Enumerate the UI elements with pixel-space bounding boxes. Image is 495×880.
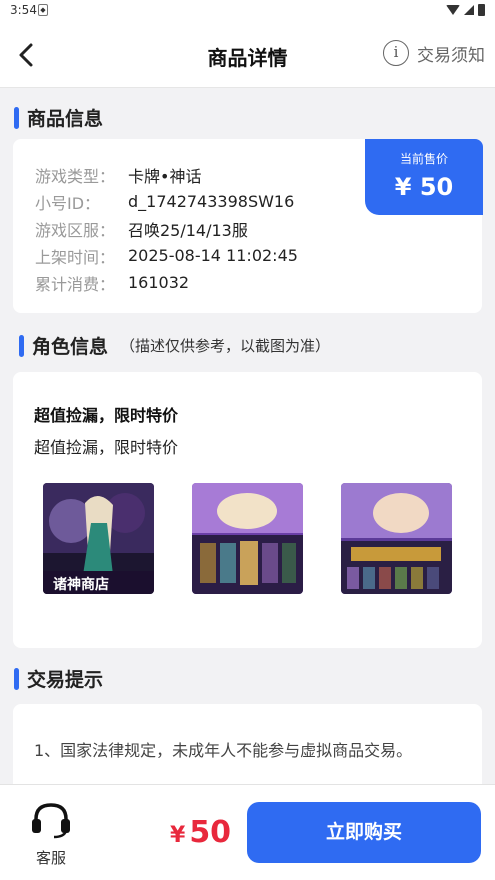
info-key: 游戏区服： bbox=[35, 220, 116, 240]
trade-notice-button[interactable]: i 交易须知 bbox=[383, 40, 485, 66]
section-accent-bar bbox=[14, 667, 19, 690]
info-row-account-id: 小号ID： d_1742743398SW16 bbox=[35, 188, 298, 215]
section-title: 商品信息 bbox=[27, 108, 104, 130]
customer-service-label: 客服 bbox=[35, 849, 66, 867]
product-info-list: 游戏类型： 卡牌•神话 小号ID： d_1742743398SW16 游戏区服：… bbox=[35, 161, 298, 296]
battery-icon bbox=[478, 4, 485, 16]
info-key: 上架时间： bbox=[35, 247, 116, 267]
info-row-listed-time: 上架时间： 2025-08-14 11:02:45 bbox=[35, 242, 298, 269]
product-info-card: 游戏类型： 卡牌•神话 小号ID： d_1742743398SW16 游戏区服：… bbox=[13, 139, 483, 313]
section-accent-bar bbox=[14, 106, 19, 129]
info-value: 卡牌•神话 bbox=[128, 166, 202, 186]
price-badge-amount: ¥ 50 bbox=[394, 173, 454, 201]
info-row-game-type: 游戏类型： 卡牌•神话 bbox=[35, 161, 298, 188]
top-nav-bar: 商品详情 i 交易须知 bbox=[0, 22, 495, 88]
wifi-icon bbox=[446, 5, 460, 15]
price-amount: 50 bbox=[189, 815, 232, 850]
info-row-total-spend: 累计消费： 161032 bbox=[35, 269, 298, 296]
signal-icon bbox=[464, 5, 474, 15]
info-value: 召唤25/14/13服 bbox=[128, 220, 248, 240]
screenshot-thumbnail[interactable]: 诸神商店 bbox=[43, 483, 154, 594]
status-icons bbox=[446, 4, 485, 16]
role-description: 超值捡漏，限时特价 bbox=[34, 438, 179, 457]
product-info-heading: 商品信息 bbox=[14, 104, 103, 131]
info-key: 游戏类型： bbox=[35, 166, 116, 186]
info-value: d_1742743398SW16 bbox=[128, 192, 295, 211]
role-title: 超值捡漏，限时特价 bbox=[34, 406, 179, 425]
back-arrow-icon[interactable] bbox=[12, 40, 42, 70]
customer-service-button[interactable]: 客服 bbox=[28, 801, 74, 868]
trade-tip-text: 1、国家法律规定，未成年人不能参与虚拟商品交易。 bbox=[34, 741, 413, 760]
trade-tips-heading: 交易提示 bbox=[14, 665, 103, 692]
svg-text:诸神商店: 诸神商店 bbox=[53, 576, 109, 593]
role-info-card: 超值捡漏，限时特价 超值捡漏，限时特价 诸神商店 bbox=[13, 372, 482, 648]
screenshot-thumbnail[interactable] bbox=[341, 483, 452, 594]
headset-icon bbox=[32, 803, 70, 839]
bottom-price: ¥50 bbox=[170, 815, 231, 850]
price-badge-label: 当前售价 bbox=[399, 152, 448, 166]
section-title: 角色信息 bbox=[32, 336, 109, 358]
info-key: 累计消费： bbox=[35, 274, 116, 294]
screenshot-thumbnail[interactable] bbox=[192, 483, 303, 594]
currency-symbol: ¥ bbox=[170, 823, 186, 848]
current-price-badge: 当前售价 ¥ 50 bbox=[365, 139, 483, 215]
buy-now-button[interactable]: 立即购买 bbox=[247, 802, 481, 863]
info-key: 小号ID： bbox=[35, 193, 101, 213]
info-value: 2025-08-14 11:02:45 bbox=[128, 246, 298, 265]
role-info-heading: 角色信息 （描述仅供参考，以截图为准） bbox=[19, 332, 330, 359]
trade-notice-label: 交易须知 bbox=[417, 45, 485, 66]
shield-notification-icon: ◆ bbox=[38, 4, 48, 16]
bottom-action-bar: 客服 ¥50 立即购买 bbox=[0, 784, 495, 880]
info-icon: i bbox=[383, 40, 409, 66]
status-bar: 3:54 ◆ bbox=[0, 0, 495, 22]
info-row-server: 游戏区服： 召唤25/14/13服 bbox=[35, 215, 298, 242]
info-value: 161032 bbox=[128, 273, 190, 292]
status-time: 3:54 bbox=[10, 3, 37, 17]
section-accent-bar bbox=[19, 334, 24, 357]
section-title: 交易提示 bbox=[27, 669, 104, 691]
section-subtitle: （描述仅供参考，以截图为准） bbox=[120, 337, 331, 355]
